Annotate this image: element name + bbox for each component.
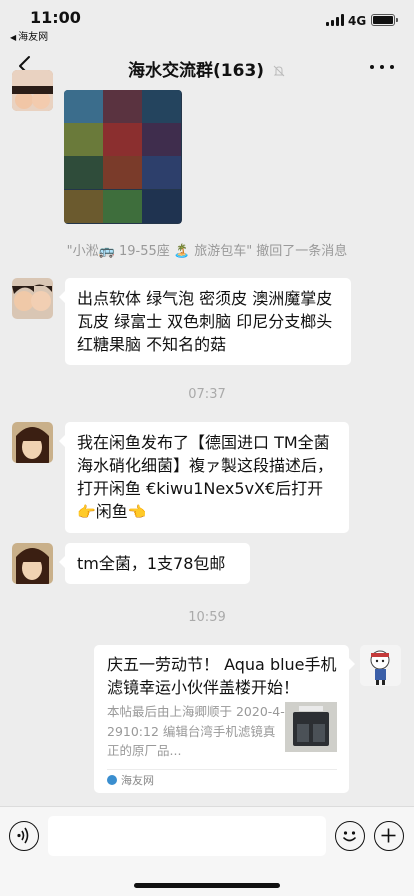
card-divider bbox=[107, 769, 337, 770]
message-bubble[interactable]: 我在闲鱼发布了【德国进口 TM全菌海水硝化细菌】複ァ製这段描述后，打开闲鱼 €k… bbox=[59, 422, 349, 533]
message-text: 我在闲鱼发布了【德国进口 TM全菌海水硝化细菌】複ァ製这段描述后，打开闲鱼 €k… bbox=[77, 433, 334, 498]
message-text: tm全菌，1支78包邮 bbox=[77, 554, 226, 573]
recall-notice: "小淞🚌 19-55座 🏝️ 旅游包车" 撤回了一条消息 bbox=[66, 244, 348, 259]
avatar-photo bbox=[12, 70, 53, 111]
time-stamp: 07:37 bbox=[188, 387, 226, 402]
more-button[interactable] bbox=[368, 54, 396, 78]
smile-icon bbox=[343, 831, 356, 842]
message-text-link: 闲鱼 bbox=[95, 502, 128, 521]
voice-button[interactable] bbox=[9, 821, 39, 851]
source-logo-icon bbox=[107, 775, 117, 785]
status-time: 11:00 bbox=[30, 8, 81, 27]
avatar-cartoon bbox=[360, 645, 401, 686]
time-stamp: 10:59 bbox=[188, 610, 226, 625]
chat-header: 海水交流群(163) bbox=[0, 44, 414, 90]
back-triangle-icon: ◀ bbox=[10, 33, 17, 42]
more-functions-button[interactable] bbox=[374, 821, 404, 851]
image-message[interactable] bbox=[64, 90, 182, 224]
status-bar: 11:00 ◀ 海友网 4G bbox=[0, 0, 414, 44]
network-type: 4G bbox=[348, 14, 367, 28]
avatar-anime bbox=[12, 422, 53, 463]
chat-title-row: 海水交流群(163) bbox=[0, 56, 414, 81]
message-bubble[interactable]: tm全菌，1支78包邮 bbox=[59, 543, 250, 584]
back-app-label: 海友网 bbox=[18, 32, 49, 43]
sender-avatar[interactable] bbox=[12, 70, 53, 111]
my-avatar[interactable] bbox=[360, 645, 401, 686]
home-indicator bbox=[134, 883, 280, 888]
plus-icon bbox=[381, 828, 396, 843]
sender-avatar[interactable] bbox=[12, 543, 53, 584]
point-left-emoji: 👈 bbox=[127, 503, 147, 521]
point-right-emoji: 👉 bbox=[77, 503, 96, 521]
message-text: 出点软体 绿气泡 密须皮 澳洲魔掌皮 瓦皮 绿富士 双色刺脑 印尼分支榔头 红糖… bbox=[77, 289, 333, 354]
avatar-photo bbox=[12, 278, 53, 319]
avatar-anime bbox=[12, 543, 53, 584]
message-input[interactable] bbox=[48, 816, 326, 856]
sender-avatar[interactable] bbox=[12, 422, 53, 463]
sender-avatar[interactable] bbox=[12, 278, 53, 319]
battery-icon bbox=[371, 14, 398, 26]
link-card[interactable]: 庆五一劳动节！ Aqua blue手机滤镜幸运小伙伴盖楼开始！ 本帖最后由上海卿… bbox=[94, 645, 355, 793]
bell-off-icon bbox=[273, 65, 285, 77]
battery-fill bbox=[373, 16, 393, 24]
chat-title: 海水交流群(163) bbox=[128, 61, 265, 81]
source-name: 海友网 bbox=[121, 774, 154, 787]
card-thumbnail bbox=[285, 702, 337, 752]
emoji-button[interactable] bbox=[335, 821, 365, 851]
card-title: 庆五一劳动节！ Aqua blue手机滤镜幸运小伙伴盖楼开始！ bbox=[107, 655, 337, 697]
card-source: 海友网 bbox=[107, 772, 154, 790]
signal-icon bbox=[326, 14, 344, 26]
voice-icon bbox=[17, 827, 29, 844]
card-description: 本帖最后由上海卿顺于 2020-4-2910:12 编辑台湾手机滤镜真正的原厂品… bbox=[107, 704, 285, 758]
message-bubble[interactable]: 出点软体 绿气泡 密须皮 澳洲魔掌皮 瓦皮 绿富士 双色刺脑 印尼分支榔头 红糖… bbox=[59, 278, 351, 365]
back-to-app-link[interactable]: ◀ 海友网 bbox=[10, 28, 48, 43]
